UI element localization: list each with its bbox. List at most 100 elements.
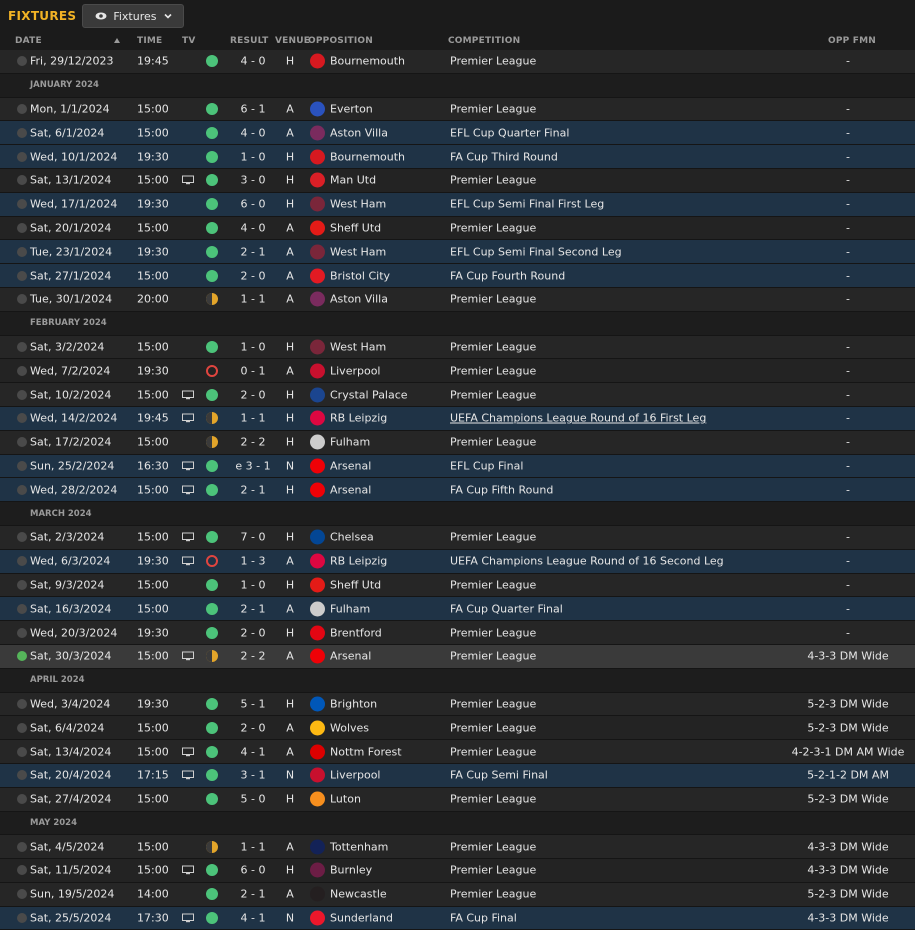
fixture-score[interactable]: 2 - 0 [230, 721, 276, 734]
opposition-name[interactable]: Sunderland [330, 912, 393, 925]
opposition-name[interactable]: Man Utd [330, 174, 376, 187]
competition-name[interactable]: UEFA Champions League Round of 16 First … [450, 412, 706, 425]
competition-name[interactable]: FA Cup Quarter Final [450, 602, 563, 615]
fixture-row[interactable]: Sat, 6/4/2024 15:00 2 - 0 A Wolves Premier Le… [0, 716, 915, 741]
col-tv[interactable]: TV [182, 36, 196, 46]
col-opposition[interactable]: OPPOSITION [308, 36, 373, 46]
opposition-name[interactable]: Liverpool [330, 364, 380, 377]
fixture-score[interactable]: 4 - 0 [230, 126, 276, 139]
competition-name[interactable]: Premier League [450, 388, 536, 401]
fixture-score[interactable]: e 3 - 1 [230, 459, 276, 472]
fixture-score[interactable]: 1 - 3 [230, 555, 276, 568]
fixture-row[interactable]: Sat, 17/2/2024 15:00 2 - 2 H Fulham Premier L… [0, 430, 915, 455]
fixture-row[interactable]: Wed, 14/2/2024 19:45 1 - 1 H RB Leipzig UEFA … [0, 406, 915, 431]
opposition-name[interactable]: West Ham [330, 198, 386, 211]
fixture-row[interactable]: Sun, 19/5/2024 14:00 2 - 1 A Newcastle Premie… [0, 882, 915, 907]
competition-name[interactable]: Premier League [450, 626, 536, 639]
fixture-score[interactable]: 4 - 1 [230, 745, 276, 758]
competition-name[interactable]: Premier League [450, 793, 536, 806]
fixture-score[interactable]: 1 - 1 [230, 412, 276, 425]
fixture-score[interactable]: 4 - 0 [230, 55, 276, 68]
fixture-score[interactable]: 6 - 1 [230, 102, 276, 115]
competition-name[interactable]: EFL Cup Semi Final First Leg [450, 198, 604, 211]
fixture-row[interactable]: Sat, 20/4/2024 17:15 3 - 1 N Liverpool FA Cup… [0, 763, 915, 788]
fixture-row[interactable]: Fri, 29/12/2023 19:45 4 - 0 H Bournemouth Pre… [0, 50, 915, 74]
fixture-score[interactable]: 7 - 0 [230, 531, 276, 544]
fixture-score[interactable]: 4 - 1 [230, 912, 276, 925]
fixture-score[interactable]: 2 - 0 [230, 626, 276, 639]
opposition-name[interactable]: West Ham [330, 245, 386, 258]
opposition-name[interactable]: Newcastle [330, 888, 387, 901]
fixture-row[interactable]: Wed, 10/1/2024 19:30 1 - 0 H Bournemouth FA C… [0, 145, 915, 169]
fixture-score[interactable]: 2 - 1 [230, 245, 276, 258]
fixture-row[interactable]: Sat, 20/1/2024 15:00 4 - 0 A Sheff Utd Premie… [0, 216, 915, 241]
fixture-row[interactable]: Sat, 13/4/2024 15:00 4 - 1 A Nottm Forest Pre… [0, 740, 915, 764]
col-result[interactable]: RESULT [230, 36, 268, 46]
competition-name[interactable]: FA Cup Final [450, 912, 517, 925]
fixture-row[interactable]: Tue, 30/1/2024 20:00 1 - 1 A Aston Villa Prem… [0, 287, 915, 312]
opposition-name[interactable]: Fulham [330, 602, 370, 615]
fixture-score[interactable]: 6 - 0 [230, 864, 276, 877]
opposition-name[interactable]: Liverpool [330, 769, 380, 782]
fixture-row[interactable]: Wed, 28/2/2024 15:00 2 - 1 H Arsenal FA Cup F… [0, 478, 915, 503]
opposition-name[interactable]: Sheff Utd [330, 578, 381, 591]
opposition-name[interactable]: Nottm Forest [330, 745, 402, 758]
competition-name[interactable]: Premier League [450, 55, 536, 68]
opposition-name[interactable]: West Ham [330, 340, 386, 353]
competition-name[interactable]: Premier League [450, 174, 536, 187]
fixture-score[interactable]: 4 - 0 [230, 221, 276, 234]
opposition-name[interactable]: Brentford [330, 626, 382, 639]
fixture-row[interactable]: Sat, 13/1/2024 15:00 3 - 0 H Man Utd Premier … [0, 168, 915, 193]
fixture-row[interactable]: Wed, 3/4/2024 19:30 5 - 1 H Brighton Premier … [0, 692, 915, 717]
fixture-row[interactable]: Wed, 17/1/2024 19:30 6 - 0 H West Ham EFL Cup… [0, 192, 915, 217]
opposition-name[interactable]: Sheff Utd [330, 221, 381, 234]
competition-name[interactable]: Premier League [450, 888, 536, 901]
competition-name[interactable]: Premier League [450, 721, 536, 734]
fixture-row[interactable]: Sat, 27/4/2024 15:00 5 - 0 H Luton Premier Le… [0, 787, 915, 812]
fixture-row[interactable]: Sat, 25/5/2024 17:30 4 - 1 N Sunderland FA Cu… [0, 906, 915, 930]
fixture-score[interactable]: 5 - 1 [230, 697, 276, 710]
opposition-name[interactable]: Chelsea [330, 531, 374, 544]
fixture-score[interactable]: 2 - 0 [230, 269, 276, 282]
competition-name[interactable]: Premier League [450, 436, 536, 449]
opposition-name[interactable]: Burnley [330, 864, 372, 877]
competition-name[interactable]: Premier League [450, 531, 536, 544]
fixture-row[interactable]: Sat, 16/3/2024 15:00 2 - 1 A Fulham FA Cup Qu… [0, 597, 915, 622]
fixture-row[interactable]: Sat, 2/3/2024 15:00 7 - 0 H Chelsea Premier L… [0, 525, 915, 550]
view-selector-button[interactable]: Fixtures [82, 4, 184, 28]
fixture-score[interactable]: 3 - 0 [230, 174, 276, 187]
fixture-row[interactable]: Sat, 4/5/2024 15:00 1 - 1 A Tottenham Premier… [0, 835, 915, 860]
opposition-name[interactable]: Arsenal [330, 459, 371, 472]
fixture-score[interactable]: 2 - 2 [230, 650, 276, 663]
col-time[interactable]: TIME [137, 36, 162, 46]
fixture-score[interactable]: 0 - 1 [230, 364, 276, 377]
opposition-name[interactable]: Fulham [330, 436, 370, 449]
fixture-row[interactable]: Sat, 10/2/2024 15:00 2 - 0 H Crystal Palace P… [0, 383, 915, 407]
fixture-row[interactable]: Sat, 3/2/2024 15:00 1 - 0 H West Ham Premier … [0, 335, 915, 360]
fixture-row[interactable]: Sun, 25/2/2024 16:30 e 3 - 1 N Arsenal EFL Cu… [0, 454, 915, 479]
fixture-row[interactable]: Wed, 20/3/2024 19:30 2 - 0 H Brentford Premie… [0, 621, 915, 645]
opposition-name[interactable]: Arsenal [330, 483, 371, 496]
competition-name[interactable]: Premier League [450, 697, 536, 710]
opposition-name[interactable]: Luton [330, 793, 361, 806]
opposition-name[interactable]: Arsenal [330, 650, 371, 663]
col-opp-fmn[interactable]: OPP FMN [828, 36, 876, 46]
competition-name[interactable]: Premier League [450, 650, 536, 663]
opposition-name[interactable]: Bournemouth [330, 150, 405, 163]
opposition-name[interactable]: Aston Villa [330, 293, 388, 306]
competition-name[interactable]: Premier League [450, 578, 536, 591]
fixture-row[interactable]: Sat, 9/3/2024 15:00 1 - 0 H Sheff Utd Premier… [0, 573, 915, 598]
fixture-score[interactable]: 2 - 1 [230, 888, 276, 901]
fixture-score[interactable]: 1 - 0 [230, 340, 276, 353]
opposition-name[interactable]: RB Leipzig [330, 412, 387, 425]
fixture-score[interactable]: 3 - 1 [230, 769, 276, 782]
competition-name[interactable]: Premier League [450, 221, 536, 234]
fixture-row[interactable]: Sat, 27/1/2024 15:00 2 - 0 A Bristol City FA … [0, 264, 915, 288]
competition-name[interactable]: Premier League [450, 745, 536, 758]
opposition-name[interactable]: Everton [330, 102, 373, 115]
fixture-row[interactable]: Sat, 30/3/2024 15:00 2 - 2 A Arsenal Premier … [0, 644, 915, 669]
competition-name[interactable]: Premier League [450, 340, 536, 353]
fixture-score[interactable]: 1 - 0 [230, 578, 276, 591]
competition-name[interactable]: Premier League [450, 364, 536, 377]
competition-name[interactable]: EFL Cup Quarter Final [450, 126, 569, 139]
